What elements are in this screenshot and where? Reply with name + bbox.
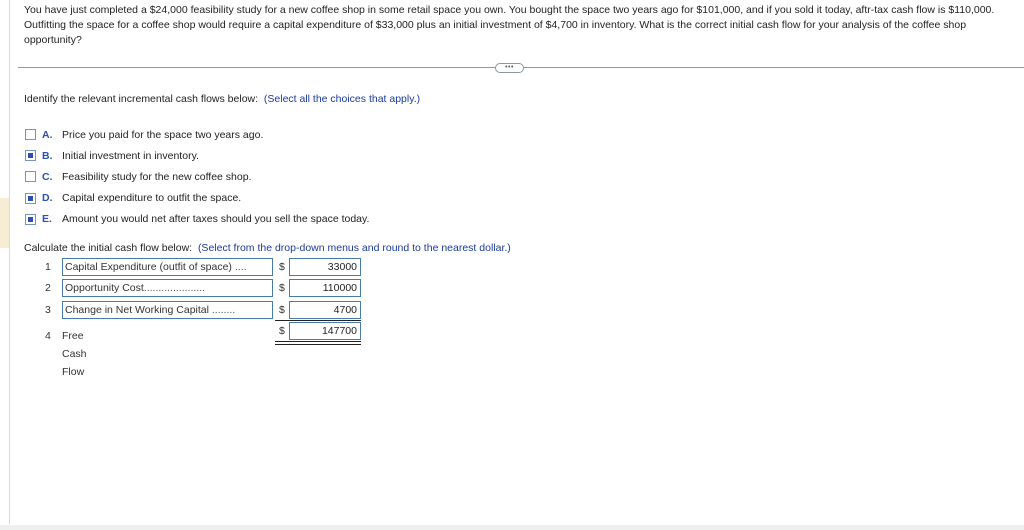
checkbox-e[interactable]: [25, 213, 36, 225]
checkbox-c[interactable]: [25, 171, 36, 183]
choice-letter: C.: [42, 170, 53, 183]
total-double-underline: [275, 341, 361, 345]
checkbox-d[interactable]: [25, 192, 36, 204]
choice-list: A. Price you paid for the space two year…: [25, 124, 369, 230]
choice-text: Price you paid for the space two years a…: [62, 128, 264, 141]
leader-dots: ........: [208, 304, 236, 316]
row-2-amount-input[interactable]: 110000: [289, 279, 361, 297]
part1-hint: (Select all the choices that apply.): [263, 93, 421, 105]
row-2-dropdown[interactable]: Opportunity Cost.....................: [62, 279, 273, 297]
part2-hint: (Select from the drop-down menus and rou…: [197, 242, 511, 254]
bottom-bar: [0, 525, 1024, 530]
part1-instruction: Identify the relevant incremental cash f…: [24, 93, 420, 105]
currency-symbol: $: [279, 261, 285, 273]
row-number: 2: [45, 282, 51, 294]
row-3-amount-input[interactable]: 4700: [289, 301, 361, 319]
dropdown-selected-label: Change in Net Working Capital: [65, 304, 209, 316]
subtotal-underline: [275, 320, 361, 321]
checkbox-b[interactable]: [25, 150, 36, 162]
choice-letter: E.: [42, 213, 52, 226]
expand-more-button[interactable]: •••: [495, 63, 524, 73]
part1-instruction-text: Identify the relevant incremental cash f…: [24, 93, 259, 105]
leader-dots: ....: [231, 261, 247, 273]
part2-instruction: Calculate the initial cash flow below: (…: [24, 242, 511, 254]
currency-symbol: $: [279, 304, 285, 316]
choice-a[interactable]: A. Price you paid for the space two year…: [25, 124, 369, 145]
left-rail: [0, 0, 10, 524]
currency-symbol: $: [279, 325, 285, 337]
ellipsis-icon: •••: [505, 64, 514, 71]
choice-letter: D.: [42, 192, 53, 205]
row-3-dropdown[interactable]: Change in Net Working Capital ........: [62, 301, 273, 319]
choice-text: Capital expenditure to outfit the space.: [62, 192, 242, 205]
dropdown-selected-label: Opportunity Cost: [65, 282, 144, 294]
dropdown-selected-label: Capital Expenditure (outfit of space): [65, 261, 232, 273]
choice-text: Initial investment in inventory.: [62, 149, 199, 162]
row-number: 3: [45, 304, 51, 316]
free-cash-flow-input[interactable]: 147700: [289, 322, 361, 340]
left-rail-highlight: [0, 198, 9, 248]
currency-symbol: $: [279, 282, 285, 294]
choice-e[interactable]: E. Amount you would net after taxes shou…: [25, 209, 369, 230]
choice-letter: B.: [42, 149, 53, 162]
part2-instruction-text: Calculate the initial cash flow below:: [24, 242, 193, 254]
row-1-amount-input[interactable]: 33000: [289, 258, 361, 276]
row-number: 1: [45, 261, 51, 273]
question-text: You have just completed a $24,000 feasib…: [24, 4, 995, 46]
row-1-dropdown[interactable]: Capital Expenditure (outfit of space) ..…: [62, 258, 273, 276]
choice-text: Feasibility study for the new coffee sho…: [62, 170, 252, 183]
choice-text: Amount you would net after taxes should …: [62, 213, 370, 226]
choice-b[interactable]: B. Initial investment in inventory.: [25, 145, 369, 166]
leader-dots: .....................: [143, 282, 206, 294]
choice-d[interactable]: D. Capital expenditure to outfit the spa…: [25, 188, 369, 209]
free-cash-flow-label: Free Cash Flow: [62, 330, 87, 378]
checkbox-a[interactable]: [25, 129, 36, 141]
choice-c[interactable]: C. Feasibility study for the new coffee …: [25, 166, 369, 187]
row-number: 4: [45, 330, 51, 342]
choice-letter: A.: [42, 128, 53, 141]
